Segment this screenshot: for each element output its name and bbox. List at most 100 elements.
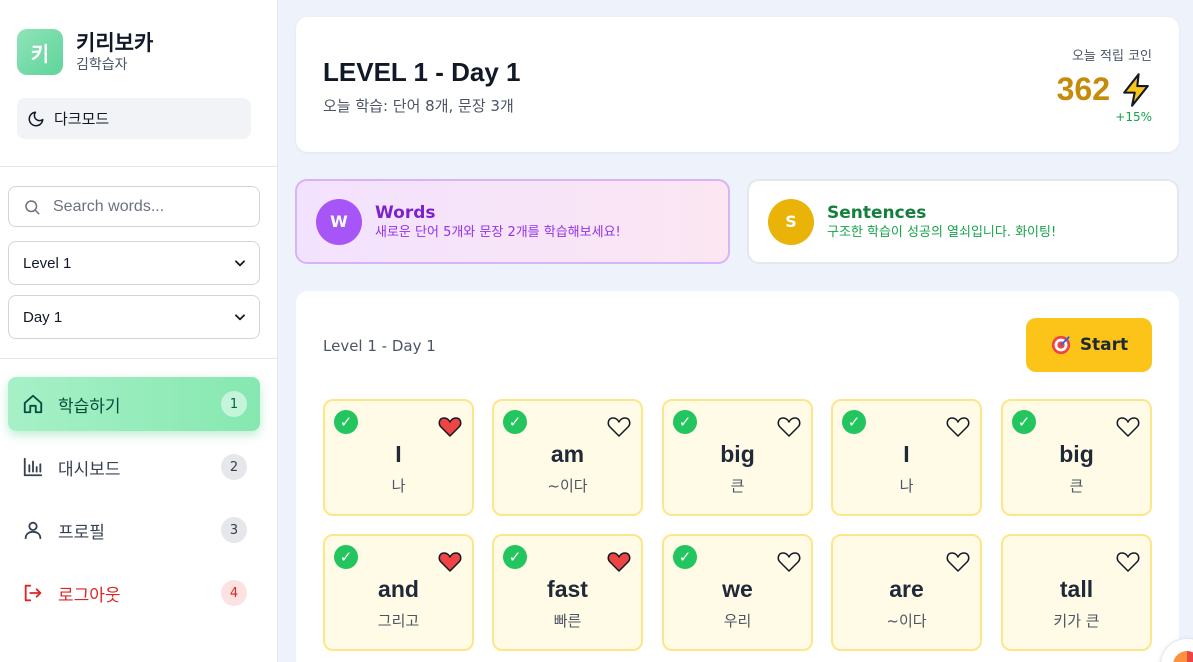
page-title: LEVEL 1 - Day 1: [323, 57, 521, 87]
heart-outline-icon[interactable]: [946, 550, 970, 572]
word-korean: ~이다: [547, 477, 588, 495]
heart-outline-icon[interactable]: [1116, 550, 1140, 572]
search-box[interactable]: [8, 186, 260, 227]
words-info-text: Words 새로운 단어 5개와 문장 2개를 학습해보세요!: [375, 202, 621, 242]
lightning-icon: [1123, 72, 1149, 107]
word-card[interactable]: ✓ we 우리: [662, 534, 813, 651]
word-english: big: [720, 441, 755, 467]
start-button[interactable]: Start: [1026, 318, 1152, 372]
day-select[interactable]: Day 1: [8, 295, 260, 339]
coin-value: 362: [1056, 71, 1110, 107]
word-card[interactable]: ✓ fast 빠른: [492, 534, 643, 651]
user-icon: [24, 521, 42, 540]
word-card[interactable]: ✓ I 나: [831, 399, 982, 516]
word-korean: 키가 큰: [1053, 612, 1100, 630]
nav-label: 학습하기: [58, 396, 121, 417]
word-english: I: [903, 441, 910, 467]
word-korean: 빠른: [553, 612, 582, 630]
word-korean: 큰: [1069, 477, 1084, 495]
nav-item-study[interactable]: 학습하기 1: [8, 377, 260, 431]
brand-text: 키리보카 김학습자: [76, 30, 153, 74]
heart-filled-icon[interactable]: [607, 550, 631, 572]
check-icon: ✓: [334, 410, 358, 434]
heart-outline-icon[interactable]: [946, 415, 970, 437]
bar-chart-icon: [23, 457, 43, 477]
divider: [0, 358, 278, 359]
search-icon: [25, 199, 40, 214]
home-icon: [23, 394, 43, 414]
coin-row: 362: [1057, 71, 1152, 108]
pie-chart-icon: [1173, 651, 1193, 662]
check-icon: ✓: [673, 410, 697, 434]
nav-item-dashboard[interactable]: 대시보드 2: [8, 440, 260, 494]
word-card[interactable]: ✓ am ~이다: [492, 399, 643, 516]
words-info-desc: 새로운 단어 5개와 문장 2개를 학습해보세요!: [375, 224, 621, 240]
check-icon: ✓: [503, 545, 527, 569]
sentences-info-text: Sentences 구조한 학습이 성공의 열쇠입니다. 화이팅!: [827, 202, 1056, 242]
check-icon: ✓: [503, 410, 527, 434]
word-english: am: [550, 441, 585, 467]
word-card[interactable]: ✓ big 큰: [1001, 399, 1152, 516]
nav-item-logout[interactable]: 로그아웃 4: [8, 566, 260, 620]
nav-item-profile[interactable]: 프로필 3: [8, 503, 260, 557]
word-korean: 큰: [730, 477, 745, 495]
chevron-down-icon: [235, 314, 245, 321]
user-name: 김학습자: [76, 57, 128, 73]
word-korean: 그리고: [377, 612, 420, 630]
sentences-info-card[interactable]: S Sentences 구조한 학습이 성공의 열쇠입니다. 화이팅!: [747, 179, 1179, 264]
word-card[interactable]: ✓ I 나: [323, 399, 474, 516]
heart-outline-icon[interactable]: [1116, 415, 1140, 437]
nav-badge: 3: [221, 517, 247, 543]
brand-title: 키리보카: [76, 31, 154, 55]
word-korean: 나: [899, 477, 914, 495]
divider: [0, 166, 278, 167]
brand-logo: 키: [17, 29, 63, 75]
moon-icon: [28, 111, 44, 126]
words-badge-icon: W: [316, 198, 362, 245]
search-input[interactable]: [53, 197, 243, 216]
word-english: big: [1059, 441, 1094, 467]
word-list-card: Level 1 - Day 1 Start ✓ I 나 ✓ am ~이다 ✓ b…: [296, 291, 1179, 662]
word-english: tall: [1059, 576, 1094, 602]
word-korean: 우리: [723, 612, 752, 630]
sentences-info-title: Sentences: [827, 202, 927, 223]
word-card[interactable]: are ~이다: [831, 534, 982, 651]
word-english: I: [395, 441, 402, 467]
nav-label: 로그아웃: [58, 585, 121, 606]
word-card[interactable]: tall 키가 큰: [1001, 534, 1152, 651]
sidebar: 키 키리보카 김학습자 다크모드 Level 1 Day 1 학습하기 1 대시…: [0, 0, 278, 662]
check-icon: ✓: [1012, 410, 1036, 434]
level-select-value: Level 1: [23, 254, 72, 272]
heart-filled-icon[interactable]: [438, 415, 462, 437]
target-icon: [1051, 335, 1070, 355]
sentences-info-desc: 구조한 학습이 성공의 열쇠입니다. 화이팅!: [827, 224, 1057, 240]
day-select-value: Day 1: [23, 308, 63, 326]
word-korean: ~이다: [886, 612, 927, 630]
words-info-card[interactable]: W Words 새로운 단어 5개와 문장 2개를 학습해보세요!: [295, 179, 730, 264]
chevron-down-icon: [235, 260, 245, 267]
word-card[interactable]: ✓ big 큰: [662, 399, 813, 516]
page-subtitle: 오늘 학습: 단어 8개, 문장 3개: [323, 97, 514, 115]
coin-label: 오늘 적립 코인: [1071, 49, 1152, 64]
check-icon: ✓: [334, 545, 358, 569]
nav-label: 프로필: [58, 522, 105, 543]
heart-filled-icon[interactable]: [438, 550, 462, 572]
header-card: LEVEL 1 - Day 1 오늘 학습: 단어 8개, 문장 3개 오늘 적…: [296, 17, 1179, 152]
dark-mode-button[interactable]: 다크모드: [17, 98, 251, 139]
dark-mode-label: 다크모드: [54, 110, 110, 128]
heart-outline-icon[interactable]: [777, 550, 801, 572]
check-icon: ✓: [842, 410, 866, 434]
level-select[interactable]: Level 1: [8, 241, 260, 285]
word-english: and: [378, 576, 419, 602]
coin-change: +15%: [1115, 110, 1152, 124]
nav-badge: 4: [221, 580, 247, 606]
heart-outline-icon[interactable]: [777, 415, 801, 437]
heart-outline-icon[interactable]: [607, 415, 631, 437]
nav-badge: 2: [221, 454, 247, 480]
brand: 키 키리보카 김학습자: [17, 29, 153, 75]
logout-icon: [24, 584, 42, 602]
nav-badge: 1: [221, 391, 247, 417]
word-card[interactable]: ✓ and 그리고: [323, 534, 474, 651]
word-english: are: [889, 576, 924, 602]
word-list-label: Level 1 - Day 1: [323, 337, 436, 355]
